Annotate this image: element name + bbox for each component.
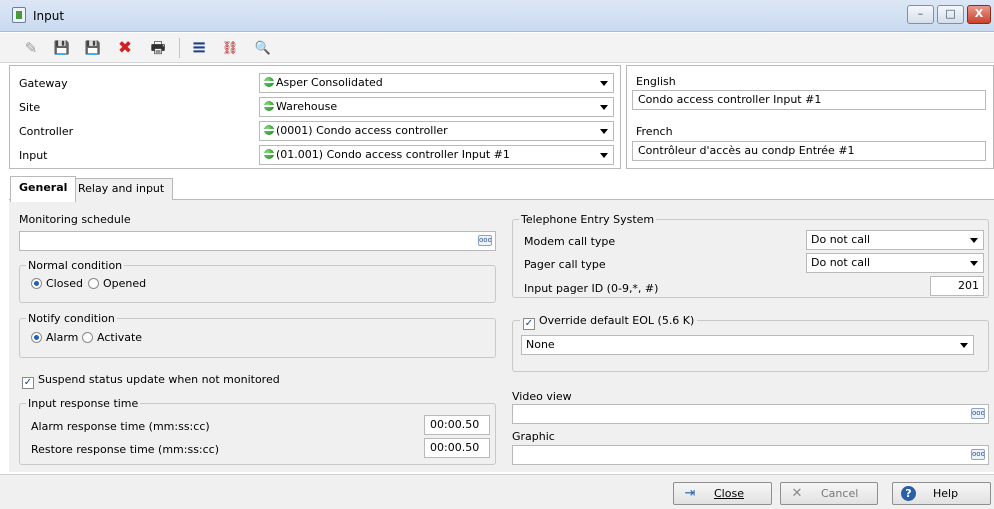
browse-icon[interactable]: ooo xyxy=(971,408,985,419)
alarm-response-time-label: Alarm response time (mm:ss:cc) xyxy=(31,420,210,433)
app-icon xyxy=(12,7,26,23)
english-name-field[interactable]: Condo access controller Input #1 xyxy=(632,90,986,110)
save-icon[interactable]: 💾 xyxy=(52,38,72,58)
pager-call-type-value: Do not call xyxy=(811,256,871,269)
cancel-x-icon: ✕ xyxy=(791,486,803,501)
controller-value: (0001) Condo access controller xyxy=(276,124,448,137)
gateway-label: Gateway xyxy=(19,77,68,90)
online-status-icon xyxy=(264,149,274,159)
links-icon[interactable]: ⛓ xyxy=(220,38,240,58)
controller-label: Controller xyxy=(19,125,74,138)
print-icon[interactable]: 🖶 xyxy=(148,38,168,58)
help-icon: ? xyxy=(901,486,916,501)
cancel-label: Cancel xyxy=(821,487,859,500)
english-label: English xyxy=(636,75,676,88)
override-eol-label: Override default EOL (5.6 K) xyxy=(539,314,695,327)
list-icon[interactable]: ≡ xyxy=(189,38,209,58)
modem-call-type-value: Do not call xyxy=(811,233,871,246)
chevron-down-icon xyxy=(970,238,978,243)
checkmark-icon: ✓ xyxy=(523,318,535,330)
chevron-down-icon xyxy=(600,81,608,86)
video-view-field[interactable]: ooo xyxy=(512,404,989,424)
site-value: Warehouse xyxy=(276,100,338,113)
notify-condition-label: Notify condition xyxy=(26,312,117,325)
chevron-down-icon xyxy=(600,129,608,134)
cancel-button[interactable]: ✕ Cancel xyxy=(780,482,878,505)
pager-id-field[interactable]: 201 xyxy=(930,276,984,296)
checkmark-icon: ✓ xyxy=(22,377,34,389)
modem-call-type-select[interactable]: Do not call xyxy=(806,230,984,250)
activate-radio[interactable]: Activate xyxy=(82,331,142,344)
modem-call-type-label: Modem call type xyxy=(524,235,616,248)
title-bar xyxy=(0,0,994,32)
restore-response-time-label: Restore response time (mm:ss:cc) xyxy=(31,443,220,456)
normal-condition-label: Normal condition xyxy=(26,259,125,272)
alarm-radio[interactable]: Alarm xyxy=(31,331,78,344)
minimize-button[interactable]: – xyxy=(907,5,934,24)
french-name-field[interactable]: Contrôleur d'accès au condp Entrée #1 xyxy=(632,141,986,161)
pager-call-type-label: Pager call type xyxy=(524,258,606,271)
suspend-status-label: Suspend status update when not monitored xyxy=(38,373,280,386)
eol-value: None xyxy=(526,338,555,351)
radio-selected-icon xyxy=(31,332,42,343)
input-label: Input xyxy=(19,149,48,162)
opened-radio[interactable]: Opened xyxy=(88,277,146,290)
help-label: Help xyxy=(933,487,959,500)
suspend-status-checkbox[interactable]: ✓ Suspend status update when not monitore… xyxy=(22,373,280,389)
maximize-button[interactable]: □ xyxy=(937,5,964,24)
monitoring-schedule-field[interactable]: ooo xyxy=(19,231,496,251)
activate-label: Activate xyxy=(97,331,143,344)
online-status-icon xyxy=(264,101,274,111)
alarm-label: Alarm xyxy=(46,331,79,344)
chevron-down-icon xyxy=(960,343,968,348)
telephone-entry-label: Telephone Entry System xyxy=(519,213,657,226)
gateway-value: Asper Consolidated xyxy=(276,76,383,89)
input-response-time-label: Input response time xyxy=(26,397,141,410)
eol-select[interactable]: None xyxy=(521,335,974,355)
help-button[interactable]: ? Help xyxy=(892,482,991,505)
restore-response-time-field[interactable]: 00:00.50 xyxy=(424,438,490,458)
delete-icon[interactable]: ✖ xyxy=(115,38,135,58)
monitoring-schedule-label: Monitoring schedule xyxy=(19,213,131,226)
toolbar-separator xyxy=(179,38,180,58)
closed-label: Closed xyxy=(46,277,83,290)
close-label: Close xyxy=(714,487,744,500)
window-title: Input xyxy=(33,9,65,23)
online-status-icon xyxy=(264,125,274,135)
close-window-button[interactable]: X xyxy=(967,5,991,24)
exit-door-icon: ⇥ xyxy=(684,486,696,501)
radio-icon xyxy=(82,332,93,343)
input-select[interactable]: (01.001) Condo access controller Input #… xyxy=(259,145,614,165)
search-icon[interactable]: 🔍 xyxy=(253,38,273,58)
new-icon[interactable]: ✎ xyxy=(21,38,41,58)
radio-selected-icon xyxy=(31,278,42,289)
chevron-down-icon xyxy=(600,105,608,110)
chevron-down-icon xyxy=(970,261,978,266)
override-eol-checkbox[interactable]: ✓ Override default EOL (5.6 K) xyxy=(520,314,698,330)
controller-select[interactable]: (0001) Condo access controller xyxy=(259,121,614,141)
pager-id-label: Input pager ID (0-9,*, #) xyxy=(524,282,659,295)
browse-icon[interactable]: ooo xyxy=(971,449,985,460)
gateway-select[interactable]: Asper Consolidated xyxy=(259,73,614,93)
radio-icon xyxy=(88,278,99,289)
input-value: (01.001) Condo access controller Input #… xyxy=(276,148,510,161)
save-as-icon[interactable]: 💾 xyxy=(83,38,103,58)
closed-radio[interactable]: Closed xyxy=(31,277,83,290)
site-label: Site xyxy=(19,101,41,114)
online-status-icon xyxy=(264,77,274,87)
close-button[interactable]: ⇥ Close xyxy=(673,482,772,505)
french-label: French xyxy=(636,125,673,138)
pager-call-type-select[interactable]: Do not call xyxy=(806,253,984,273)
site-select[interactable]: Warehouse xyxy=(259,97,614,117)
tab-relay-and-input[interactable]: Relay and input xyxy=(69,178,174,201)
video-view-label: Video view xyxy=(512,390,572,403)
graphic-field[interactable]: ooo xyxy=(512,445,989,465)
tab-general[interactable]: General xyxy=(10,176,77,202)
browse-icon[interactable]: ooo xyxy=(478,235,492,246)
chevron-down-icon xyxy=(600,153,608,158)
alarm-response-time-field[interactable]: 00:00.50 xyxy=(424,415,490,435)
opened-label: Opened xyxy=(103,277,147,290)
graphic-label: Graphic xyxy=(512,430,555,443)
